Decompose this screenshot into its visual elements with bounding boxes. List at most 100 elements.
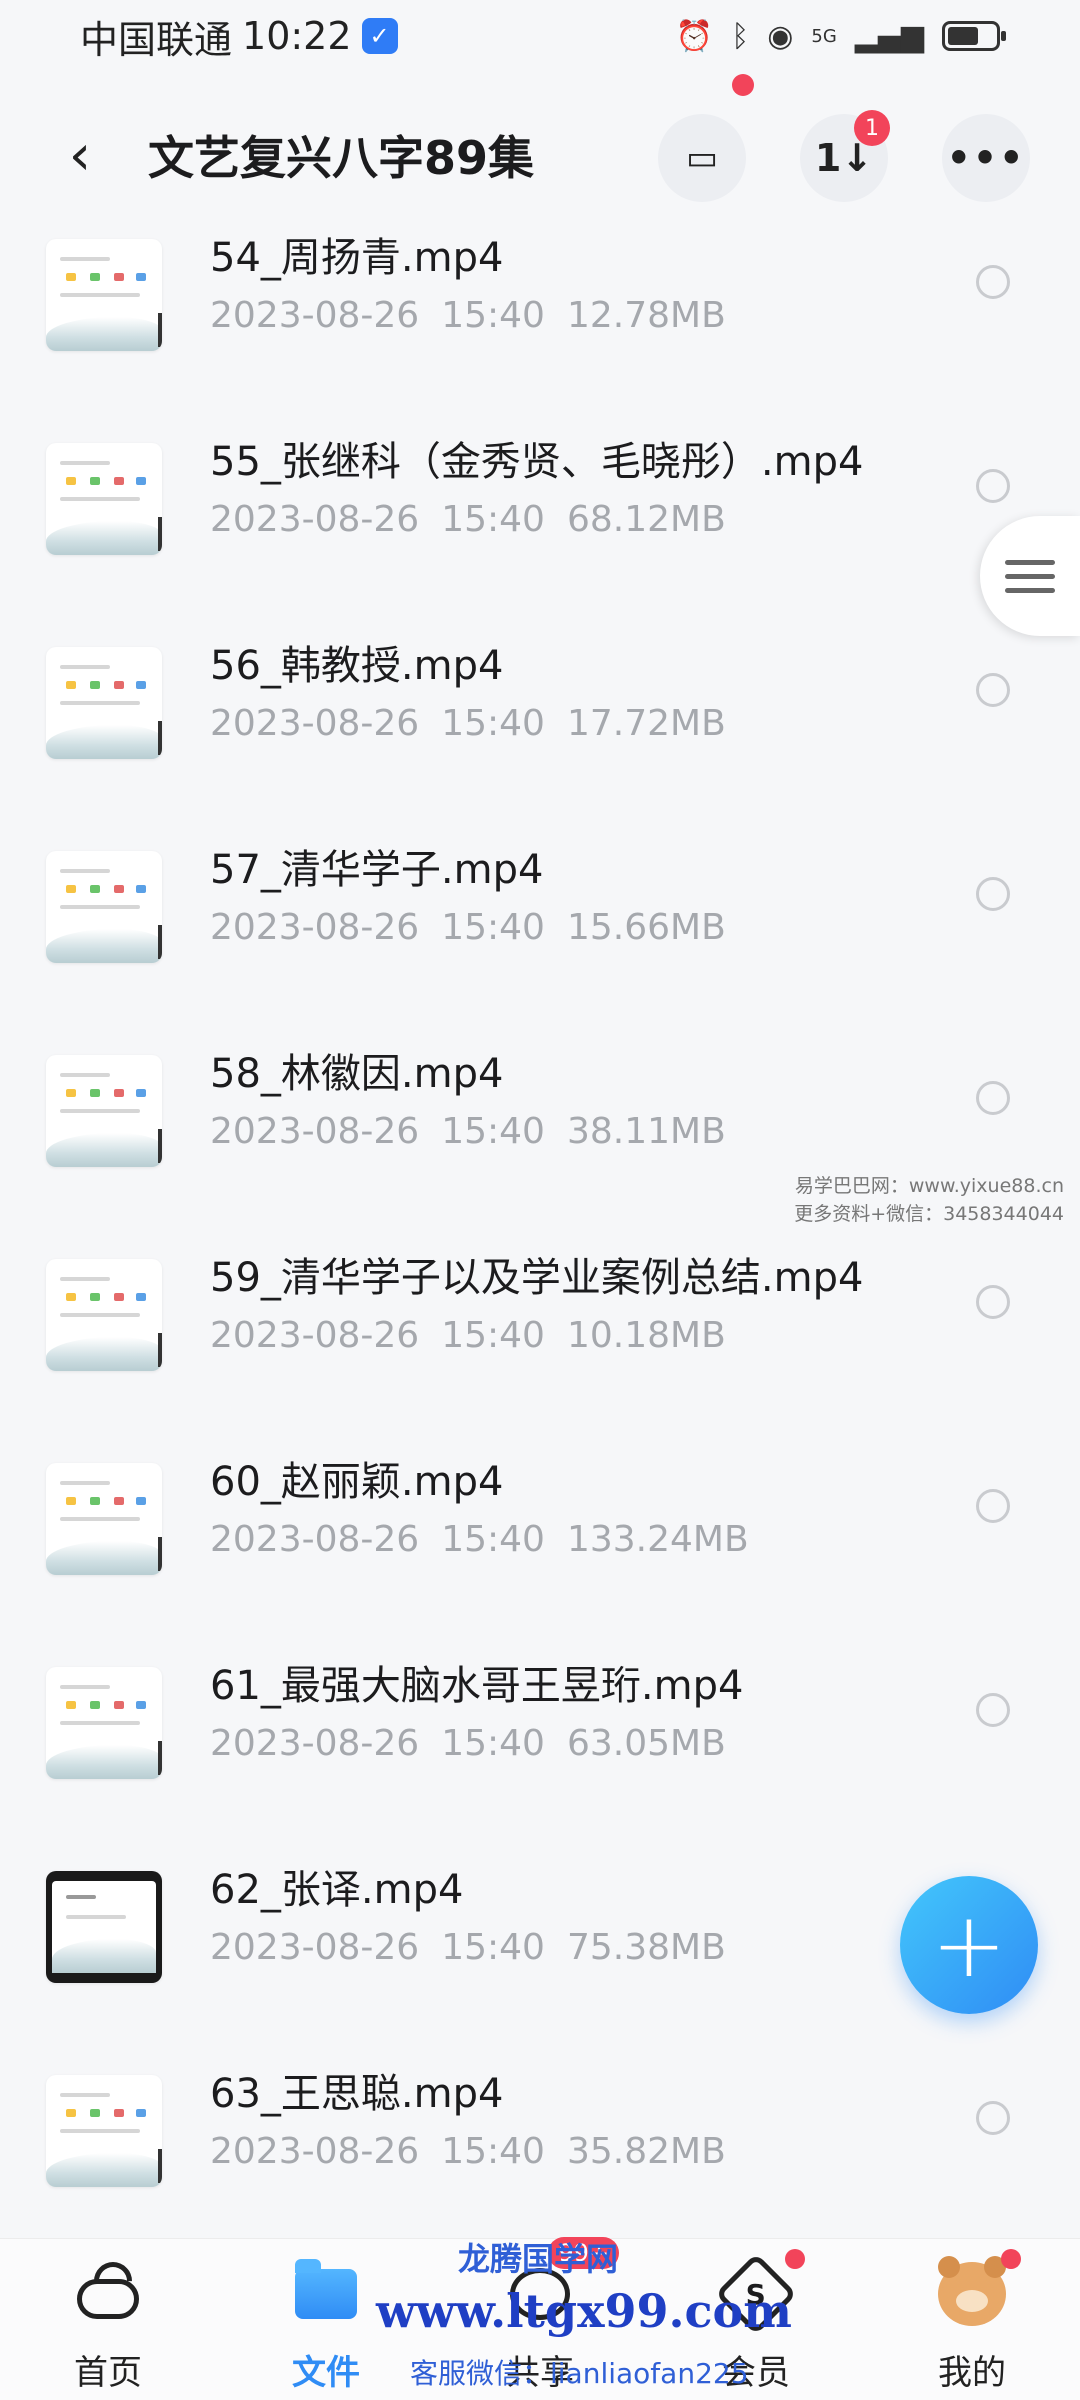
shield-icon: ✓: [361, 18, 398, 54]
plus-icon: +: [931, 1892, 1007, 1998]
file-time: 15:40: [441, 1111, 545, 1152]
file-row[interactable]: 57_清华学子.mp4 2023-08-26 15:40 15.66MB: [0, 827, 1080, 1031]
alarm-icon: ⏰: [675, 18, 714, 54]
nav-files[interactable]: 文件: [256, 2259, 396, 2399]
select-checkbox[interactable]: [976, 673, 1010, 707]
header: ‹ 文艺复兴八字89集 ▭ 1↓ 1 •••: [0, 74, 1080, 210]
file-time: 15:40: [441, 1519, 545, 1560]
nav-profile-label: 我的: [938, 2353, 1006, 2393]
header-actions: ▭ 1↓ 1 •••: [658, 74, 1030, 202]
sort-badge: 1: [854, 110, 890, 146]
cloud-home-icon: [73, 2259, 143, 2329]
file-row[interactable]: 63_王思聪.mp4 2023-08-26 15:40 35.82MB: [0, 2051, 1080, 2255]
file-meta: 2023-08-26 15:40 17.72MB: [210, 703, 726, 744]
file-row[interactable]: 59_清华学子以及学业案例总结.mp4 2023-08-26 15:40 10.18M…: [0, 1235, 1080, 1439]
watermark-url: www.ltgx99.com: [376, 2284, 792, 2338]
file-row[interactable]: 55_张继科（金秀贤、毛晓彤）.mp4 2023-08-26 15:40 68.12M…: [0, 419, 1080, 623]
file-time: 15:40: [441, 1927, 545, 1968]
select-checkbox[interactable]: [976, 1081, 1010, 1115]
file-meta: 2023-08-26 15:40 12.78MB: [210, 295, 726, 336]
file-time: 15:40: [441, 907, 545, 948]
file-date: 2023-08-26: [210, 1927, 420, 1968]
video-thumbnail: [46, 1259, 162, 1371]
signal-icon: ▂▄▆: [854, 18, 924, 54]
file-size: 75.38MB: [566, 1927, 726, 1968]
bluetooth-icon: ᛒ: [731, 18, 750, 54]
file-time: 15:40: [441, 499, 545, 540]
file-meta: 2023-08-26 15:40 68.12MB: [210, 499, 726, 540]
file-name: 57_清华学子.mp4: [210, 847, 544, 893]
select-checkbox[interactable]: [976, 877, 1010, 911]
file-name: 60_赵丽颖.mp4: [210, 1459, 504, 1505]
file-name: 63_王思聪.mp4: [210, 2071, 504, 2117]
video-thumbnail: [46, 1871, 162, 1983]
select-checkbox[interactable]: [976, 469, 1010, 503]
side-watermark: 易学巴巴网：www.yixue88.cn 更多资料+微信：3458344044: [794, 1172, 1064, 1228]
battery-icon: [942, 21, 1006, 51]
watermark-brand: 龙腾国学网: [458, 2240, 619, 2278]
video-thumbnail: [46, 1667, 162, 1779]
nav-profile[interactable]: 我的: [902, 2249, 1042, 2399]
file-name: 55_张继科（金秀贤、毛晓彤）.mp4: [210, 439, 864, 485]
file-time: 15:40: [441, 2131, 545, 2172]
file-size: 17.72MB: [566, 703, 726, 744]
file-date: 2023-08-26: [210, 2131, 420, 2172]
file-time: 15:40: [441, 295, 545, 336]
file-size: 35.82MB: [566, 2131, 726, 2172]
file-meta: 2023-08-26 15:40 75.38MB: [210, 1927, 726, 1968]
status-bar: 中国联通 10:22 ✓ ⏰ ᛒ ◉ 5G ▂▄▆: [0, 0, 1080, 72]
more-icon: •••: [946, 136, 1026, 180]
video-thumbnail: [46, 2075, 162, 2187]
select-checkbox[interactable]: [976, 1285, 1010, 1319]
file-date: 2023-08-26: [210, 1723, 420, 1764]
select-checkbox[interactable]: [976, 1693, 1010, 1727]
video-thumbnail: [46, 851, 162, 963]
file-name: 54_周扬青.mp4: [210, 235, 504, 281]
menu-lines-icon: [1005, 551, 1055, 602]
file-size: 38.11MB: [566, 1111, 726, 1152]
video-thumbnail: [46, 1055, 162, 1167]
back-arrow-icon: ‹: [68, 122, 92, 188]
file-meta: 2023-08-26 15:40 15.66MB: [210, 907, 726, 948]
file-meta: 2023-08-26 15:40 133.24MB: [210, 1519, 749, 1560]
file-date: 2023-08-26: [210, 499, 420, 540]
watermark-contact: 客服微信：lianliaofan225: [410, 2357, 749, 2390]
hotspot-icon: ◉: [767, 18, 794, 54]
file-name: 59_清华学子以及学业案例总结.mp4: [210, 1255, 864, 1301]
video-thumbnail: [46, 1463, 162, 1575]
file-time: 15:40: [441, 703, 545, 744]
file-meta: 2023-08-26 15:40 38.11MB: [210, 1111, 726, 1152]
side-watermark-line1: 易学巴巴网：www.yixue88.cn: [794, 1175, 1064, 1197]
side-watermark-line2: 更多资料+微信：3458344044: [794, 1203, 1064, 1225]
sort-button[interactable]: 1↓ 1: [800, 110, 890, 202]
file-name: 58_林徽因.mp4: [210, 1051, 504, 1097]
add-button[interactable]: +: [900, 1876, 1038, 2014]
file-date: 2023-08-26: [210, 703, 420, 744]
select-checkbox[interactable]: [976, 265, 1010, 299]
page-title: 文艺复兴八字89集: [148, 131, 535, 185]
carrier-label: 中国联通: [80, 17, 233, 62]
file-row[interactable]: 60_赵丽颖.mp4 2023-08-26 15:40 133.24MB: [0, 1439, 1080, 1643]
file-row[interactable]: 54_周扬青.mp4 2023-08-26 15:40 12.78MB: [0, 215, 1080, 419]
archive-button[interactable]: ▭: [658, 74, 754, 202]
file-date: 2023-08-26: [210, 1315, 420, 1356]
file-time: 15:40: [441, 1315, 545, 1356]
more-button[interactable]: •••: [942, 114, 1030, 202]
nav-home-label: 首页: [74, 2353, 142, 2393]
vip-dot: [785, 2249, 805, 2269]
file-meta: 2023-08-26 15:40 35.82MB: [210, 2131, 726, 2172]
file-date: 2023-08-26: [210, 295, 420, 336]
archive-icon: ▭: [685, 138, 719, 178]
back-button[interactable]: ‹: [40, 115, 120, 195]
file-meta: 2023-08-26 15:40 63.05MB: [210, 1723, 726, 1764]
select-checkbox[interactable]: [976, 1489, 1010, 1523]
file-date: 2023-08-26: [210, 1111, 420, 1152]
file-row[interactable]: 56_韩教授.mp4 2023-08-26 15:40 17.72MB: [0, 623, 1080, 827]
file-meta: 2023-08-26 15:40 10.18MB: [210, 1315, 726, 1356]
select-checkbox[interactable]: [976, 2101, 1010, 2135]
network-label: 5G: [811, 25, 837, 47]
folder-icon: [291, 2259, 361, 2329]
nav-home[interactable]: 首页: [38, 2259, 178, 2399]
video-thumbnail: [46, 239, 162, 351]
file-row[interactable]: 61_最强大脑水哥王昱珩.mp4 2023-08-26 15:40 63.05MB: [0, 1643, 1080, 1847]
